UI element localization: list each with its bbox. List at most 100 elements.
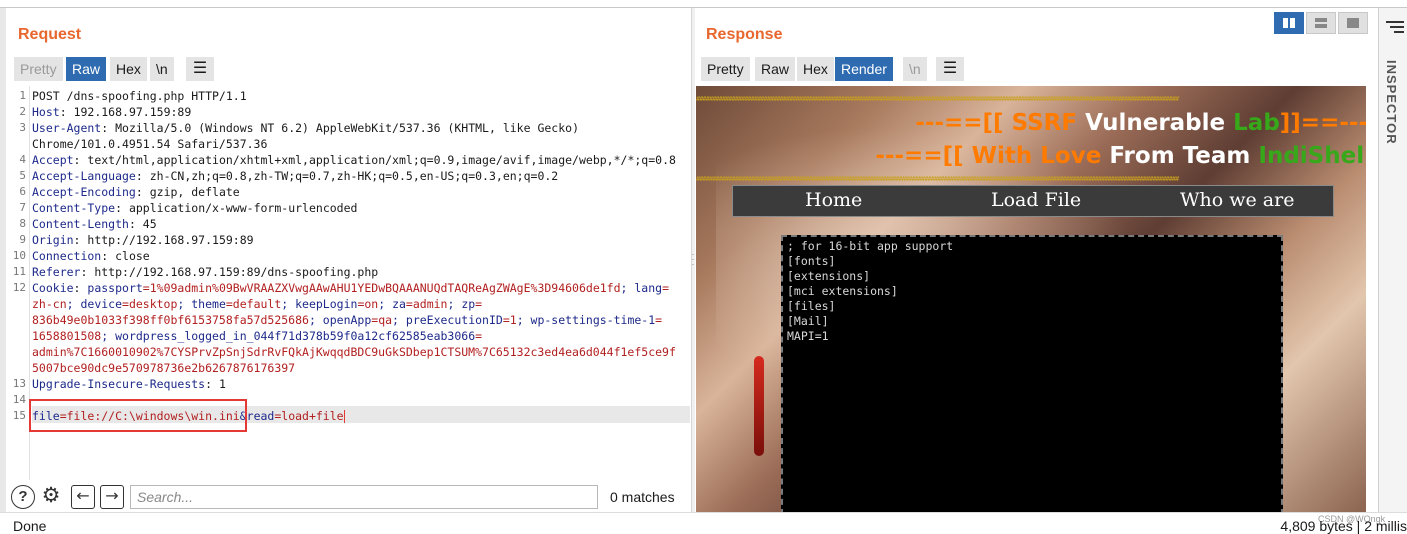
cookie-value: 1658801508 <box>32 329 102 343</box>
split-columns-icon[interactable] <box>1274 12 1304 34</box>
line-number: 15 <box>12 409 26 422</box>
banner-segment: IndiShell <box>1258 143 1366 169</box>
line-number: 4 <box>19 153 26 166</box>
request-line: Accept-Encoding: gzip, deflate <box>32 184 240 200</box>
request-line: 836b49e0b1033f398ff0bf6153758fa57d525686… <box>32 312 662 328</box>
layout-toggle-group <box>1274 12 1368 34</box>
cookie-name: ; keepLogin <box>281 297 358 311</box>
request-tab-2[interactable]: Hex <box>110 57 147 81</box>
single-pane-icon[interactable] <box>1338 12 1368 34</box>
settings-gear-icon[interactable]: ⚙ <box>39 485 63 509</box>
header-name: Content-Length <box>32 217 129 231</box>
line-number: 11 <box>12 265 26 278</box>
response-tab-3[interactable]: Render <box>835 57 893 81</box>
request-title: Request <box>18 26 82 43</box>
header-colon: : <box>205 377 213 391</box>
cookie-value: = <box>475 297 483 311</box>
response-tab-0[interactable]: Pretty <box>701 57 750 81</box>
cookie-value: =on <box>357 297 379 311</box>
nav-home-link[interactable]: Home <box>805 189 862 211</box>
line-number: 3 <box>19 121 26 134</box>
burp-repeater-window: Request Pretty Raw Hex \n ☰ 1 POST /dns-spoof… <box>0 0 1407 534</box>
file-content-line: [Mail] <box>787 314 829 328</box>
header-name: Referer <box>32 265 81 279</box>
splitter-grip-icon[interactable]: · · · <box>691 250 695 269</box>
inspector-label[interactable]: INSPECTOR <box>1384 60 1399 145</box>
header-name: Accept-Encoding <box>32 185 136 199</box>
cookie-name: ; openApp <box>308 313 372 327</box>
cookie-value: =desktop <box>122 297 178 311</box>
nav-load-file-link[interactable]: Load File <box>991 189 1081 211</box>
request-line: Origin: http://192.168.97.159:89 <box>32 232 254 248</box>
left-edge-bar <box>0 8 6 512</box>
cookie-value: = <box>475 329 483 343</box>
cookie-value: 836b49e0b1033f398ff0bf6153758fa57d525686 <box>32 313 309 327</box>
request-line: Accept: text/html,application/xhtml+xml,… <box>32 152 676 168</box>
inspector-menu-icon[interactable] <box>1386 20 1404 39</box>
header-name: Accept <box>32 153 74 167</box>
line-number <box>12 136 26 152</box>
cookie-value: =default <box>225 297 282 311</box>
request-line: Content-Length: 45 <box>32 216 157 232</box>
line-number: 10 <box>12 249 26 262</box>
line-number: 1 <box>19 89 26 102</box>
line-number: 9 <box>19 233 26 246</box>
help-icon[interactable]: ? <box>11 485 35 509</box>
line-number: 13 <box>12 377 26 390</box>
banner-indishell: ---==[[ With Love From Team IndiShell <box>875 143 1366 169</box>
file-content-line: MAPI=1 <box>787 329 829 343</box>
header-value: application/x-www-form-urlencoded <box>122 201 358 215</box>
search-matches-count: 0 matches <box>610 489 675 505</box>
header-colon: : <box>115 201 123 215</box>
line-number <box>12 328 26 344</box>
request-line: Accept-Language: zh-CN,zh;q=0.8,zh-TW;q=… <box>32 168 558 184</box>
banner-segment: ---==[[ With Love <box>875 143 1110 169</box>
status-text: Done <box>13 518 47 534</box>
cookie-name: ; za <box>378 297 406 311</box>
header-value: 45 <box>135 217 157 231</box>
header-name: Cookie <box>32 281 74 295</box>
response-tab-1[interactable]: Raw <box>755 57 796 81</box>
cookie-name: passport <box>80 281 143 295</box>
response-title: Response <box>706 26 783 43</box>
line-number: 2 <box>19 105 26 118</box>
cookie-value: 5007bce90dc9e570978736e2b6267876176397 <box>32 361 296 375</box>
previous-match-arrow-icon[interactable]: ← <box>71 485 95 509</box>
cookie-value: =1%09admin%09BwVRAAZXVwgAAwAHU1YEDwBQAAA… <box>142 281 621 295</box>
request-line: Cookie: passport=1%09admin%09BwVRAAZXVwg… <box>32 280 669 296</box>
cookie-value: =qa <box>371 313 393 327</box>
file-content-line: [fonts] <box>787 254 836 268</box>
request-line: 1658801508; wordpress_logged_in_044f71d3… <box>32 328 482 344</box>
header-colon: : <box>59 105 67 119</box>
cookie-value: =1 <box>502 313 517 327</box>
request-hamburger-icon[interactable]: ☰ <box>186 57 214 81</box>
request-tab-3[interactable]: \n <box>150 57 174 81</box>
header-value: gzip, deflate <box>142 185 240 199</box>
request-line: Connection: close <box>32 248 150 264</box>
header-colon: : <box>135 185 143 199</box>
banner-ssrf-lab: ---==[[ SSRF Vulnerable Lab]]==--- <box>915 110 1366 136</box>
request-tab-0[interactable]: Pretty <box>14 57 63 81</box>
banner-segment: Vulnerable <box>1085 110 1234 136</box>
request-line: Host: 192.168.97.159:89 <box>32 104 191 120</box>
line-number: 8 <box>19 217 26 230</box>
header-value: text/html,application/xhtml+xml,applicat… <box>80 153 676 167</box>
request-tab-1[interactable]: Raw <box>66 57 107 81</box>
header-value: 192.168.97.159:89 <box>66 105 192 119</box>
response-tab-2[interactable]: Hex <box>797 57 834 81</box>
file-content-line: [files] <box>787 299 836 313</box>
header-name: Accept-Language <box>32 169 136 183</box>
header-value: Mozilla/5.0 (Windows NT 6.2) AppleWebKit… <box>108 121 579 135</box>
response-tab-4[interactable]: \n <box>903 57 927 81</box>
cookie-value: zh-cn <box>32 297 67 311</box>
response-hamburger-icon[interactable]: ☰ <box>936 57 964 81</box>
cookie-name: ; preExecutionID <box>392 313 503 327</box>
nav-who-we-are-link[interactable]: Who we are <box>1180 189 1294 211</box>
split-rows-icon[interactable] <box>1306 12 1336 34</box>
header-value: 1 <box>212 377 226 391</box>
file-content-line: ; for 16-bit app support <box>787 239 954 253</box>
hash-divider-top: ########################################… <box>696 96 1179 102</box>
search-input[interactable]: Search... <box>130 485 598 509</box>
next-match-arrow-icon[interactable]: → <box>100 485 124 509</box>
header-value: http://192.168.97.159:89 <box>80 233 254 247</box>
